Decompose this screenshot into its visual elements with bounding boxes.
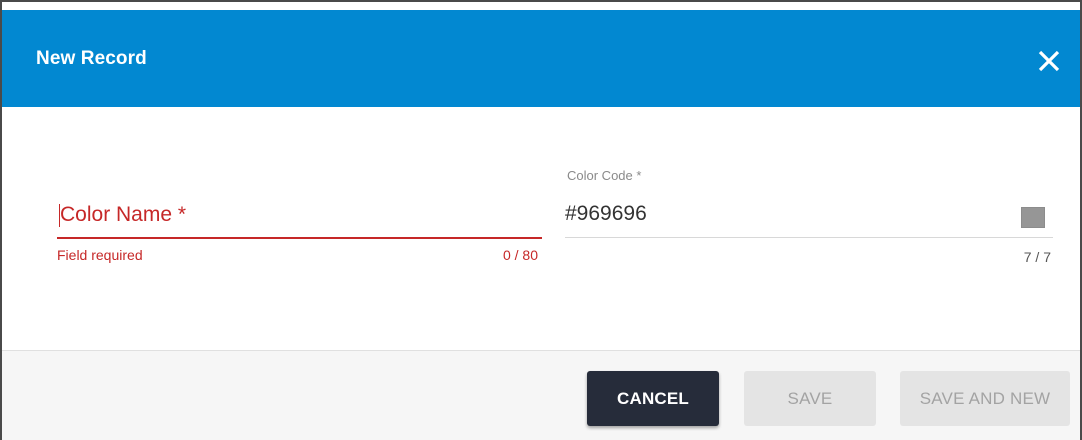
color-swatch[interactable] bbox=[1021, 207, 1045, 228]
cancel-button[interactable]: CANCEL bbox=[587, 371, 719, 426]
color-name-helper: Field required 0 / 80 bbox=[57, 247, 542, 271]
dialog-footer: CANCEL SAVE SAVE AND NEW bbox=[2, 350, 1080, 440]
close-button[interactable] bbox=[1036, 48, 1062, 74]
dialog-top-gap bbox=[2, 2, 1080, 10]
color-name-field[interactable]: Color Name * Field required 0 / 80 bbox=[57, 192, 542, 271]
dialog-header: New Record bbox=[2, 10, 1080, 107]
new-record-dialog: New Record Color Name * Field required 0… bbox=[0, 0, 1082, 440]
color-name-error-text: Field required bbox=[57, 247, 143, 263]
color-code-label: Color Code * bbox=[567, 168, 642, 183]
color-name-placeholder: Color Name * bbox=[60, 203, 187, 226]
color-code-field[interactable]: Color Code * #969696 7 / 7 bbox=[565, 168, 1053, 265]
color-code-input[interactable]: #969696 bbox=[565, 190, 1053, 238]
close-icon bbox=[1038, 50, 1060, 72]
color-name-char-counter: 0 / 80 bbox=[502, 247, 538, 263]
color-code-char-counter: 7 / 7 bbox=[1023, 249, 1051, 265]
save-and-new-button[interactable]: SAVE AND NEW bbox=[900, 371, 1070, 426]
save-button[interactable]: SAVE bbox=[744, 371, 876, 426]
color-code-value: #969696 bbox=[565, 202, 647, 225]
color-name-input[interactable]: Color Name * bbox=[57, 192, 542, 239]
dialog-title: New Record bbox=[36, 48, 147, 69]
